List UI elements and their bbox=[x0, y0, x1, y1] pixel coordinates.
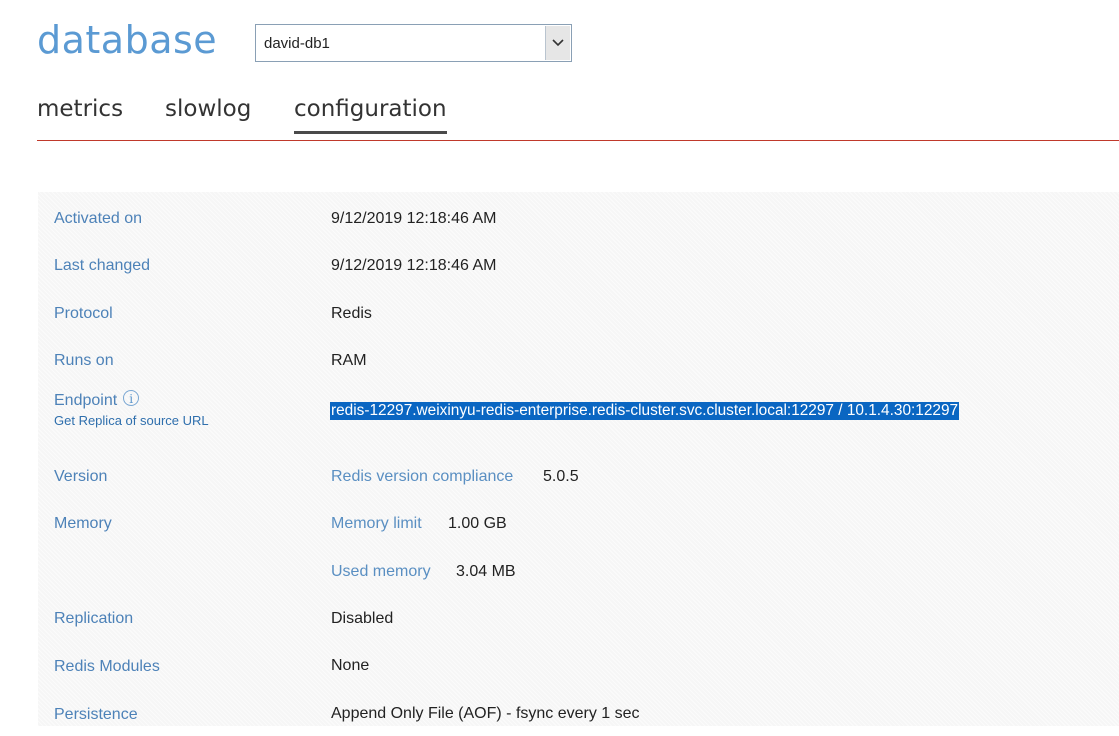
used-memory-value: 3.04 MB bbox=[456, 563, 516, 580]
row-redis-modules: Redis Modules None bbox=[38, 648, 1119, 688]
version-label: Version bbox=[54, 468, 108, 485]
dropdown-button[interactable] bbox=[545, 26, 570, 60]
tab-metrics[interactable]: metrics bbox=[37, 96, 123, 133]
activated-on-label: Activated on bbox=[54, 210, 143, 227]
configuration-panel: Activated on 9/12/2019 12:18:46 AM Last … bbox=[38, 192, 1119, 726]
page-title: database bbox=[37, 18, 218, 62]
used-memory-label: Used memory bbox=[331, 563, 431, 580]
protocol-label: Protocol bbox=[54, 305, 113, 322]
row-memory: Memory Memory limit 1.00 GB bbox=[38, 505, 1119, 545]
endpoint-value[interactable]: redis-12297.weixinyu-redis-enterprise.re… bbox=[330, 402, 960, 420]
runs-on-label: Runs on bbox=[54, 352, 114, 369]
row-version: Version Redis version compliance 5.0.5 bbox=[38, 458, 1119, 498]
persistence-value: Append Only File (AOF) - fsync every 1 s… bbox=[331, 705, 640, 722]
row-runs-on: Runs on RAM bbox=[38, 342, 1119, 382]
version-compliance-label: Redis version compliance bbox=[331, 468, 514, 485]
endpoint-label-text: Endpoint bbox=[54, 392, 118, 409]
tab-slowlog[interactable]: slowlog bbox=[165, 96, 251, 133]
last-changed-label: Last changed bbox=[54, 257, 151, 274]
row-used-memory: Used memory 3.04 MB bbox=[38, 553, 1119, 593]
memory-limit-label: Memory limit bbox=[331, 515, 422, 532]
protocol-value: Redis bbox=[331, 305, 372, 322]
memory-label: Memory bbox=[54, 515, 112, 532]
database-select-value: david-db1 bbox=[264, 35, 330, 52]
row-activated-on: Activated on 9/12/2019 12:18:46 AM bbox=[38, 200, 1119, 240]
activated-on-value: 9/12/2019 12:18:46 AM bbox=[331, 210, 497, 227]
redis-modules-value: None bbox=[331, 657, 370, 674]
row-protocol: Protocol Redis bbox=[38, 295, 1119, 335]
replica-source-url-link[interactable]: Get Replica of source URL bbox=[54, 413, 209, 428]
tab-configuration[interactable]: configuration bbox=[294, 96, 447, 134]
info-icon[interactable]: i bbox=[123, 390, 140, 406]
memory-limit-value: 1.00 GB bbox=[448, 515, 507, 532]
tab-divider bbox=[37, 140, 1119, 141]
database-select[interactable]: david-db1 bbox=[255, 24, 572, 62]
persistence-label: Persistence bbox=[54, 706, 138, 723]
replication-value: Disabled bbox=[331, 610, 394, 627]
version-value: 5.0.5 bbox=[543, 468, 579, 485]
chevron-down-icon bbox=[552, 39, 564, 47]
row-persistence: Persistence Append Only File (AOF) - fsy… bbox=[38, 696, 1119, 736]
tab-bar: metrics slowlog configuration bbox=[37, 96, 1119, 140]
row-endpoint: Endpoint i Get Replica of source URL redi… bbox=[38, 388, 1119, 434]
endpoint-label: Endpoint i bbox=[54, 390, 140, 410]
redis-modules-label: Redis Modules bbox=[54, 658, 160, 675]
last-changed-value: 9/12/2019 12:18:46 AM bbox=[331, 257, 497, 274]
runs-on-value: RAM bbox=[331, 352, 367, 369]
row-replication: Replication Disabled bbox=[38, 600, 1119, 640]
replication-label: Replication bbox=[54, 610, 134, 627]
row-last-changed: Last changed 9/12/2019 12:18:46 AM bbox=[38, 247, 1119, 287]
